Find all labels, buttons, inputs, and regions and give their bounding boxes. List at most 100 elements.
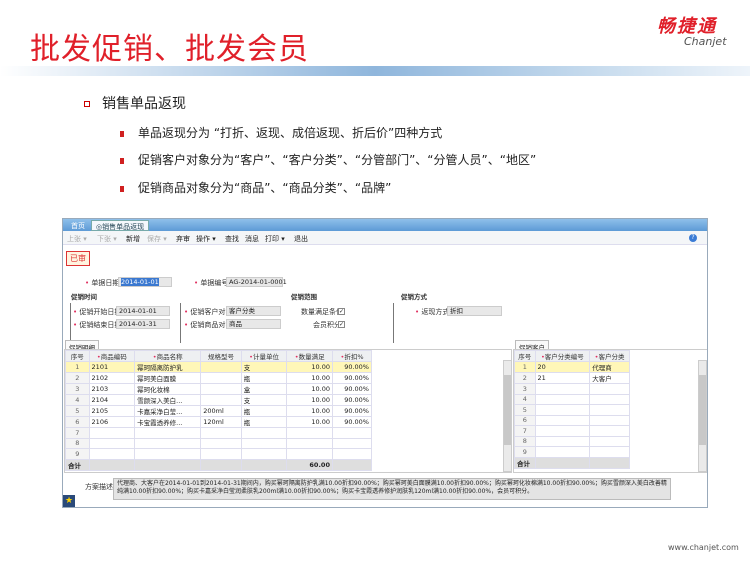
column-header[interactable]: •客户分类 [589,350,630,362]
table-cell[interactable] [200,372,242,384]
column-header[interactable]: •数量满足 [286,350,333,362]
table-cell[interactable] [134,427,202,439]
doc-date-input[interactable]: 2014-01-01 [118,277,172,287]
points-checkbox[interactable]: ✓ [338,321,345,328]
table-cell[interactable]: 代理商 [589,361,630,373]
table-cell[interactable]: 90.00% [331,416,373,428]
table-row[interactable]: 7 [65,427,373,439]
table-cell[interactable]: 幂珂美白面膜 [134,372,202,384]
table-cell[interactable]: 2105 [88,405,136,417]
table-cell[interactable] [589,393,630,405]
table-row[interactable]: 9 [65,448,373,460]
table-row[interactable]: 3 2103 幂珂化妆棉 盒 10.00 90.00% [65,383,373,395]
table-cell[interactable]: 瓶 [240,372,288,384]
table-cell[interactable] [134,448,202,460]
column-header[interactable]: •客户分类编号 [534,350,591,362]
customer-object-select[interactable]: 客户分类 [226,306,281,316]
operation-button[interactable]: 操作 ▾ [196,234,216,244]
table-cell[interactable]: 卡宝霞透养修... [134,416,202,428]
table-cell[interactable]: 卡嘉采净白莹... [134,405,202,417]
table-cell[interactable]: 支 [240,361,288,373]
qty-condition-checkbox[interactable]: ✓ [338,308,345,315]
table-cell[interactable] [331,437,373,449]
table-cell[interactable]: 90.00% [331,361,373,373]
table-cell[interactable] [534,393,591,405]
scroll-thumb[interactable] [699,375,706,445]
table-cell[interactable]: 9 [514,446,536,458]
table-cell[interactable]: 2104 [88,394,136,406]
table-cell[interactable] [200,394,242,406]
table-cell[interactable]: 90.00% [331,372,373,384]
detail-scrollbar[interactable] [503,360,512,472]
table-cell[interactable] [200,437,242,449]
unapprove-button[interactable]: 弃审 [176,234,190,244]
table-row[interactable]: 4 [514,393,630,405]
table-cell[interactable] [589,435,630,447]
goods-object-select[interactable]: 商品 [226,319,281,329]
table-cell[interactable] [534,435,591,447]
exit-button[interactable]: 退出 [294,234,308,244]
table-cell[interactable]: 10.00 [286,394,333,406]
table-cell[interactable] [88,437,136,449]
table-row[interactable]: 8 [65,437,373,449]
next-button[interactable]: 下张 ▾ [97,234,117,244]
column-header[interactable]: 规格型号 [200,350,242,362]
table-cell[interactable]: 2106 [88,416,136,428]
table-cell[interactable]: 10.00 [286,372,333,384]
table-cell[interactable]: 200ml [200,405,242,417]
table-cell[interactable] [88,448,136,460]
table-row[interactable]: 6 [514,414,630,426]
table-cell[interactable]: 2102 [88,372,136,384]
description-textarea[interactable]: 代理商、大客户在2014-01-01到2014-01-31期间内，购买幂珂隔离防… [113,478,671,500]
table-row[interactable]: 9 [514,446,630,458]
table-cell[interactable]: 5 [514,404,536,416]
table-cell[interactable]: 8 [65,437,90,449]
table-cell[interactable] [534,404,591,416]
table-cell[interactable]: 90.00% [331,383,373,395]
table-row[interactable]: 3 [514,383,630,395]
rebate-method-select[interactable]: 折扣 [447,306,502,316]
table-cell[interactable]: 6 [514,414,536,426]
table-row[interactable]: 5 2105 卡嘉采净白莹... 200ml 瓶 10.00 90.00% [65,405,373,417]
end-date-input[interactable]: 2014-01-31 [116,319,170,329]
table-cell[interactable]: 瓶 [240,416,288,428]
table-cell[interactable]: 5 [65,405,90,417]
table-cell[interactable] [200,383,242,395]
table-cell[interactable] [534,425,591,437]
save-button[interactable]: 保存 ▾ [147,234,167,244]
column-header[interactable]: •计量单位 [240,350,288,362]
table-cell[interactable]: 大客户 [589,372,630,384]
table-cell[interactable] [589,446,630,458]
table-cell[interactable] [534,414,591,426]
table-cell[interactable] [286,437,333,449]
table-cell[interactable] [134,437,202,449]
table-cell[interactable]: 10.00 [286,383,333,395]
table-cell[interactable]: 1 [65,361,90,373]
column-header[interactable]: •折扣% [331,350,373,362]
table-cell[interactable] [240,448,288,460]
table-cell[interactable] [240,427,288,439]
table-cell[interactable]: 20 [534,361,591,373]
table-cell[interactable] [589,414,630,426]
table-cell[interactable] [534,446,591,458]
prev-button[interactable]: 上张 ▾ [67,234,87,244]
table-cell[interactable] [200,448,242,460]
table-row[interactable]: 4 2104 雪颜深入美白... 支 10.00 90.00% [65,394,373,406]
table-cell[interactable]: 支 [240,394,288,406]
table-cell[interactable]: 4 [514,393,536,405]
table-cell[interactable] [331,448,373,460]
scroll-thumb[interactable] [504,375,511,445]
table-cell[interactable]: 8 [514,435,536,447]
table-cell[interactable]: 3 [514,383,536,395]
column-header[interactable]: •商品编码 [88,350,136,362]
column-header[interactable]: 序号 [65,350,90,362]
star-icon[interactable]: ★ [63,495,75,507]
table-cell[interactable] [286,427,333,439]
column-header[interactable]: 序号 [514,350,536,362]
tab-home[interactable]: 首页 [67,220,89,231]
table-cell[interactable]: 幂珂化妆棉 [134,383,202,395]
customer-scrollbar[interactable] [698,360,707,472]
table-cell[interactable]: 9 [65,448,90,460]
message-button[interactable]: 消息 [245,234,259,244]
print-button[interactable]: 打印 ▾ [265,234,285,244]
